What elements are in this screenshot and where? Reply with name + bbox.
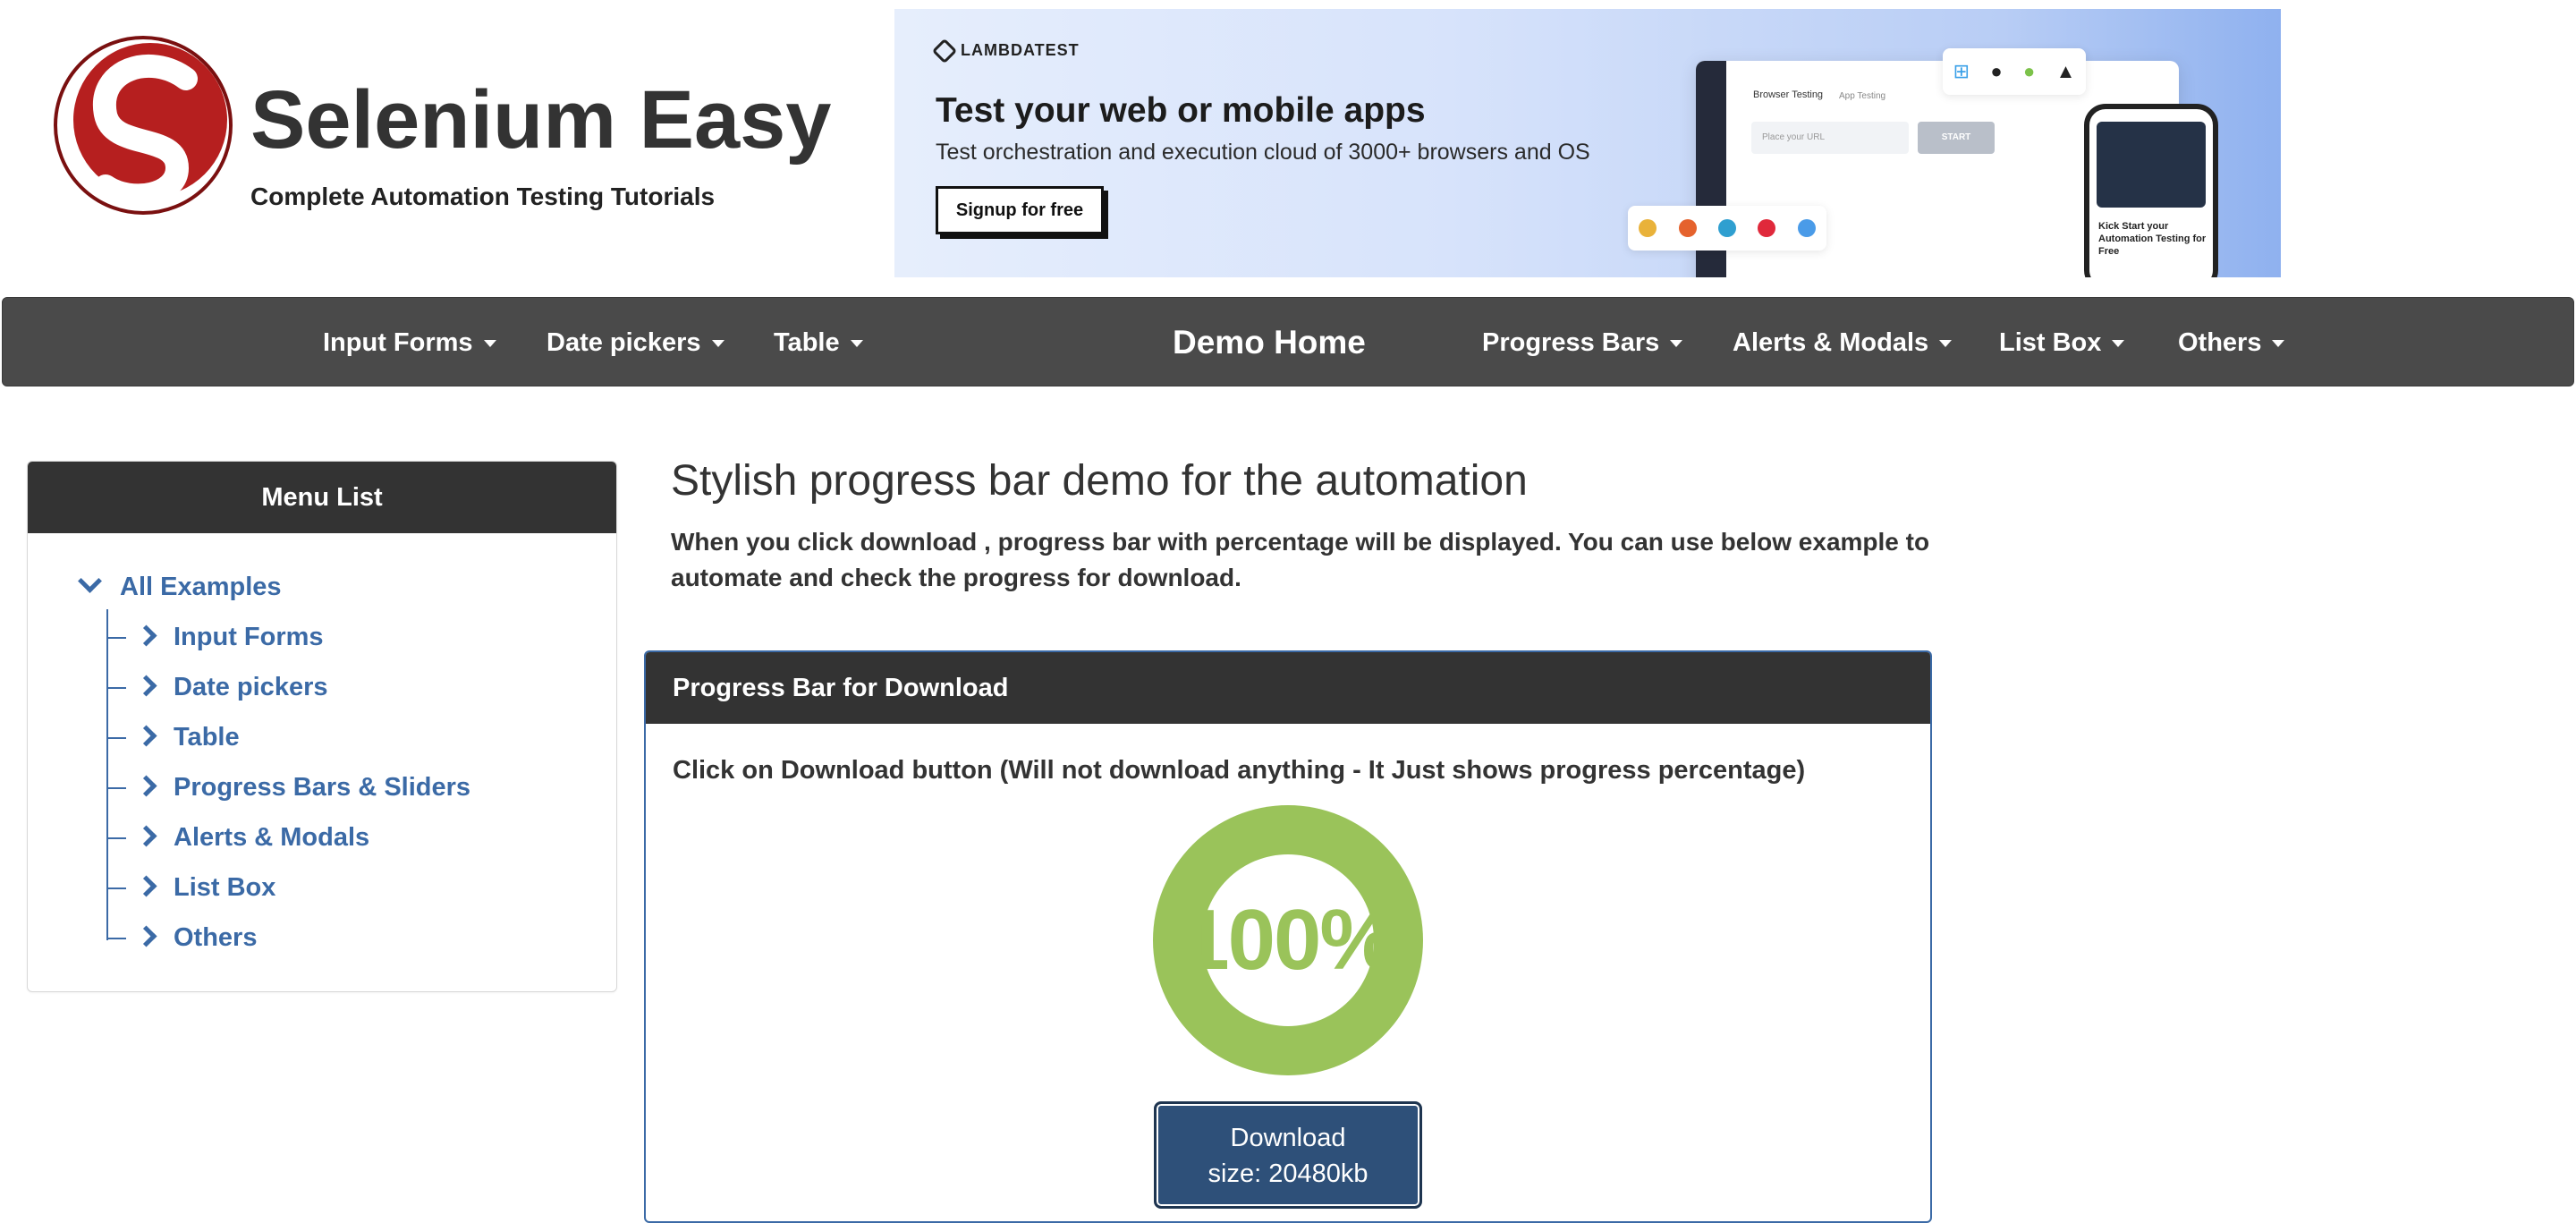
caret-down-icon: [1670, 340, 1683, 348]
progress-circle: 100%: [1153, 805, 1423, 1075]
sidebar-menu: Menu List All Examples Input Forms Date …: [27, 461, 617, 992]
os-icons: ⊞ ● ● ▲: [1943, 48, 2086, 95]
opera-icon: [1758, 219, 1776, 237]
nav-date-pickers[interactable]: Date pickers: [547, 298, 724, 387]
ad-mock-tab: App Testing: [1839, 91, 1886, 101]
ad-mock-tab: Browser Testing: [1753, 89, 1824, 100]
android-icon: ●: [2022, 60, 2036, 82]
chevron-right-icon: [135, 725, 157, 747]
sidebar-item-all-examples[interactable]: All Examples: [78, 569, 282, 602]
chevron-right-icon: [135, 875, 157, 897]
chevron-right-icon: [135, 925, 157, 947]
sidebar-item-alerts-modals[interactable]: Alerts & Modals: [106, 820, 369, 855]
chevron-right-icon: [135, 675, 157, 697]
caret-down-icon: [711, 340, 724, 348]
brand-subtitle: Complete Automation Testing Tutorials: [250, 183, 716, 210]
ad-headline: Test your web or mobile apps: [936, 91, 1426, 130]
nav-demo-home[interactable]: Demo Home: [1173, 298, 1366, 387]
ad-banner[interactable]: LAMBDATEST Test your web or mobile apps …: [894, 9, 2281, 277]
ad-text: Test orchestration and execution cloud o…: [936, 140, 1590, 165]
caret-down-icon: [2112, 340, 2125, 348]
linux-icon: ▲: [2055, 60, 2076, 82]
sidebar-item-progress-bars-sliders[interactable]: Progress Bars & Sliders: [106, 769, 470, 805]
nav-input-forms[interactable]: Input Forms: [323, 298, 496, 387]
ad-phone-mockup: Kick Start your Automation Testing for F…: [2084, 104, 2218, 277]
firefox-icon: [1678, 219, 1697, 237]
sidebar-item-others[interactable]: Others: [106, 920, 257, 955]
nav-progress-bars[interactable]: Progress Bars: [1482, 298, 1683, 387]
ad-mock-url: Place your URL: [1751, 122, 1909, 154]
nav-alerts-modals[interactable]: Alerts & Modals: [1733, 298, 1953, 387]
caret-down-icon: [2272, 340, 2285, 348]
nav-table[interactable]: Table: [774, 298, 863, 387]
brand-title: Selenium Easy: [250, 74, 832, 166]
ad-mock-start: START: [1918, 122, 1995, 154]
progress-percentage: 100%: [1182, 892, 1394, 988]
page-description: When you click download , progress bar w…: [671, 528, 1930, 591]
ad-phone-text: Kick Start your Automation Testing for F…: [2098, 221, 2207, 257]
sidebar-item-date-pickers[interactable]: Date pickers: [106, 669, 328, 705]
download-size-label: size: 20480kb: [1208, 1159, 1368, 1188]
sidebar-item-table[interactable]: Table: [106, 719, 240, 755]
download-button[interactable]: Download size: 20480kb: [1154, 1101, 1422, 1209]
main-navbar: Input Forms Date pickers Table Demo Home…: [2, 297, 2574, 386]
caret-down-icon: [483, 340, 496, 348]
browser-icons: [1628, 206, 1826, 251]
sidebar-item-list-box[interactable]: List Box: [106, 870, 275, 905]
windows-icon: ⊞: [1953, 60, 1970, 82]
chevron-down-icon: [78, 569, 102, 593]
chevron-right-icon: [135, 775, 157, 797]
caret-down-icon: [850, 340, 863, 348]
safari-icon: [1797, 219, 1816, 237]
sidebar-item-input-forms[interactable]: Input Forms: [106, 619, 324, 655]
lambdatest-logo: LAMBDATEST: [931, 38, 1080, 64]
nav-list-box[interactable]: List Box: [1999, 298, 2125, 387]
chrome-icon: [1639, 219, 1657, 237]
page-title: Stylish progress bar demo for the automa…: [671, 457, 1528, 505]
selenium-easy-logo[interactable]: [52, 34, 234, 217]
sidebar-title: Menu List: [28, 462, 616, 533]
panel-instruction: Click on Download button (Will not downl…: [673, 756, 1806, 785]
edge-icon: [1717, 219, 1736, 237]
panel-title: Progress Bar for Download: [646, 652, 1930, 724]
caret-down-icon: [1939, 340, 1953, 348]
apple-icon: ●: [1990, 60, 2003, 82]
nav-others[interactable]: Others: [2178, 298, 2285, 387]
chevron-right-icon: [135, 624, 157, 647]
chevron-right-icon: [135, 825, 157, 847]
download-button-label: Download: [1230, 1124, 1346, 1152]
ad-signup-button[interactable]: Signup for free: [936, 186, 1104, 234]
